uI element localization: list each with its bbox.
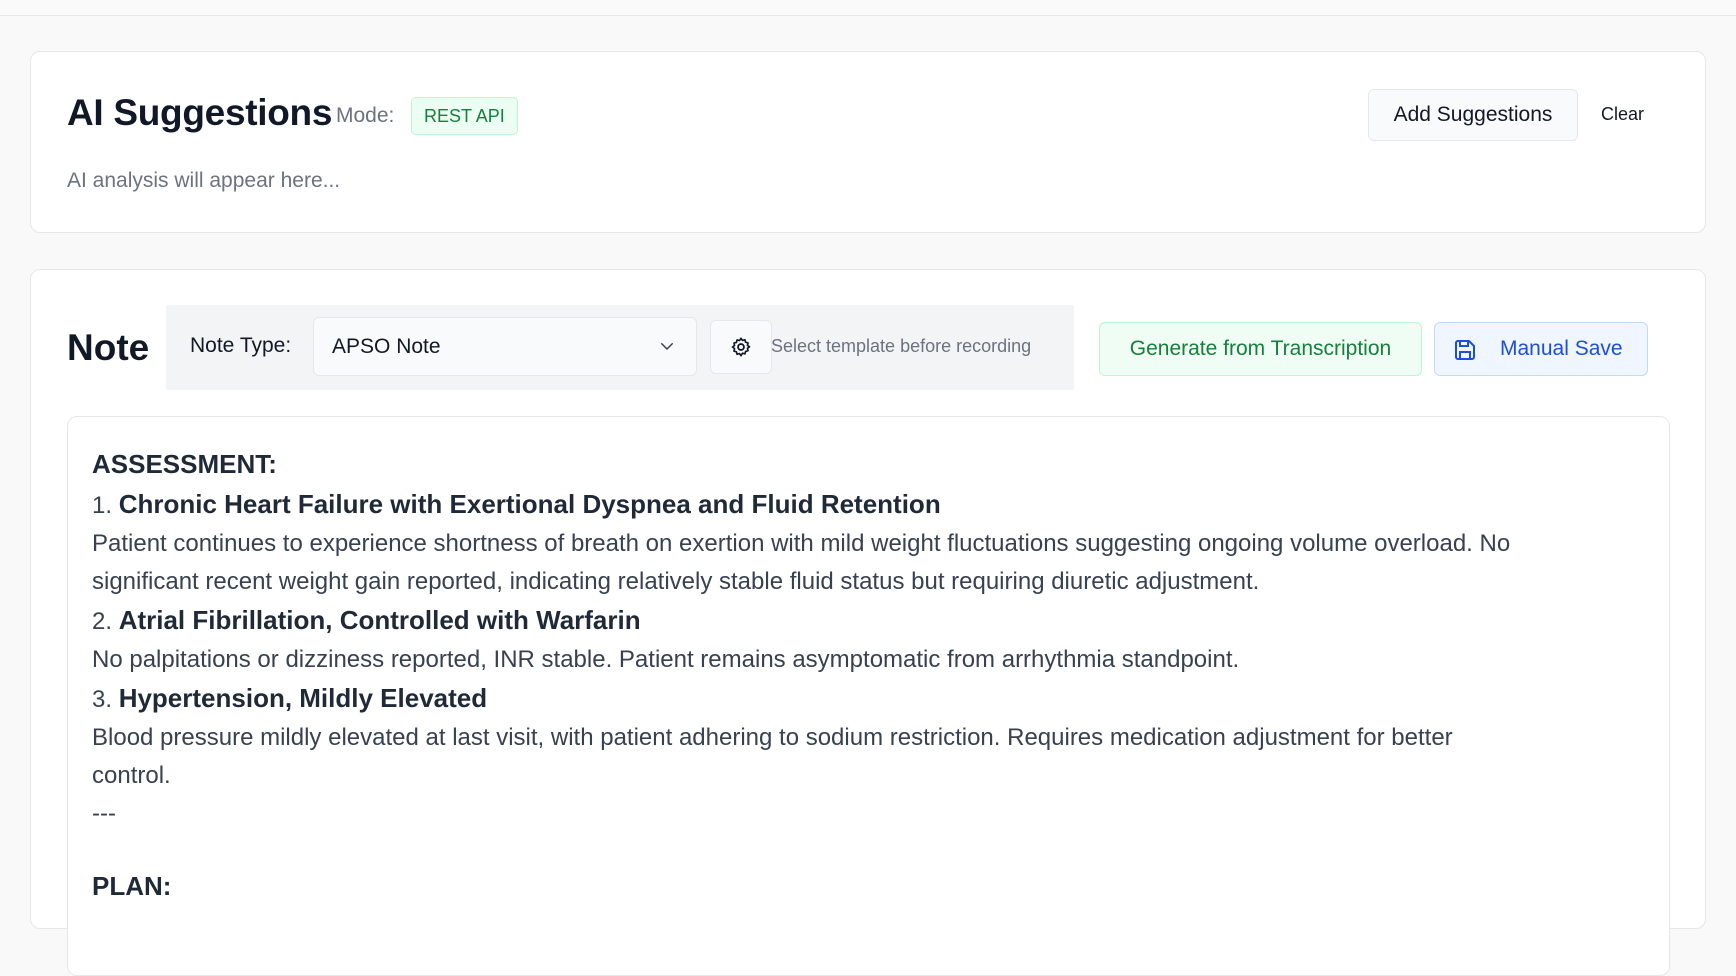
assessment-item-number: 1. [92,492,113,519]
separator: --- [92,800,116,827]
ai-analysis-placeholder: AI analysis will appear here... [67,169,341,192]
clear-button[interactable]: Clear [1601,104,1644,125]
manual-save-button[interactable]: Manual Save [1434,322,1648,376]
note-card: Note Note Type: APSO Note Select templat… [30,269,1706,976]
chevron-down-icon [661,343,673,350]
assessment-item-number: 3. [92,686,113,713]
mode-label: Mode: [336,104,395,127]
note-type-label: Note Type: [190,334,292,357]
assessment-item-text: No palpitations or dizziness reported, I… [92,646,1240,673]
ai-suggestions-title: AI Suggestions [67,92,333,133]
ai-suggestions-card: AI Suggestions Mode: REST API Add Sugges… [30,51,1706,233]
assessment-item-text: Patient continues to experience shortnes… [92,530,1511,557]
template-settings-button[interactable] [710,320,772,374]
note-type-value: APSO Note [332,335,441,358]
add-suggestions-button[interactable]: Add Suggestions [1368,89,1578,141]
top-bar [0,0,1736,16]
mode-badge: REST API [411,97,518,135]
assessment-item-text: Blood pressure mildly elevated at last v… [92,724,1453,751]
assessment-item-text: control. [92,762,171,789]
note-type-panel: Note Type: APSO Note Select template bef… [166,305,1074,390]
note-editor[interactable]: ASSESSMENT: 1. Chronic Heart Failure wit… [67,416,1670,976]
assessment-item-title: 2. Atrial Fibrillation, Controlled with … [92,601,1632,641]
assessment-item-heading: Chronic Heart Failure with Exertional Dy… [118,489,941,519]
assessment-item-number: 2. [92,608,113,635]
assessment-item-heading: Hypertension, Mildly Elevated [118,683,488,713]
note-content: ASSESSMENT: 1. Chronic Heart Failure wit… [92,445,1632,907]
assessment-item-title: 1. Chronic Heart Failure with Exertional… [92,485,1632,525]
note-type-select[interactable]: APSO Note [313,317,697,376]
note-title: Note [67,327,150,368]
generate-from-transcription-button[interactable]: Generate from Transcription [1099,322,1422,376]
assessment-item-title: 3. Hypertension, Mildly Elevated [92,679,1632,719]
assessment-item-heading: Atrial Fibrillation, Controlled with War… [118,605,641,635]
assessment-item-text: significant recent weight gain reported,… [92,568,1260,595]
assessment-heading: ASSESSMENT: [92,449,277,479]
manual-save-label: Manual Save [1500,337,1623,360]
plan-heading: PLAN: [92,871,172,901]
save-icon [1455,340,1475,360]
template-hint: Select template before recording [771,336,1032,356]
gear-icon [731,337,751,357]
